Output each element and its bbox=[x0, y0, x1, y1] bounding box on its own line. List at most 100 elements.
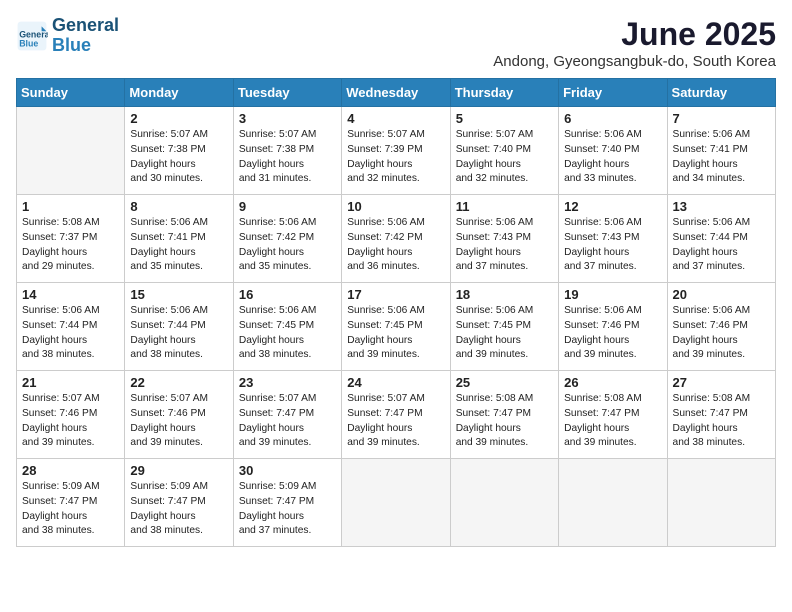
day-info: Sunrise: 5:06 AM Sunset: 7:46 PM Dayligh… bbox=[673, 304, 770, 363]
day-info: Sunrise: 5:06 AM Sunset: 7:44 PM Dayligh… bbox=[673, 216, 770, 275]
day-cell-26: 26 Sunrise: 5:08 AM Sunset: 7:47 PM Dayl… bbox=[559, 371, 667, 459]
day-number: 29 bbox=[130, 463, 227, 478]
day-number: 9 bbox=[239, 199, 336, 214]
day-cell-23: 23 Sunrise: 5:07 AM Sunset: 7:47 PM Dayl… bbox=[233, 371, 341, 459]
day-number: 25 bbox=[456, 375, 553, 390]
day-cell-6: 6 Sunrise: 5:06 AM Sunset: 7:40 PM Dayli… bbox=[559, 107, 667, 195]
day-info: Sunrise: 5:06 AM Sunset: 7:44 PM Dayligh… bbox=[130, 304, 227, 363]
header-wednesday: Wednesday bbox=[342, 79, 450, 107]
empty-cell bbox=[450, 459, 558, 547]
svg-text:Blue: Blue bbox=[19, 38, 38, 48]
header-friday: Friday bbox=[559, 79, 667, 107]
empty-cell bbox=[667, 459, 775, 547]
calendar-week-5: 28 Sunrise: 5:09 AM Sunset: 7:47 PM Dayl… bbox=[17, 459, 776, 547]
day-number: 12 bbox=[564, 199, 661, 214]
day-info: Sunrise: 5:07 AM Sunset: 7:46 PM Dayligh… bbox=[22, 392, 119, 451]
empty-cell bbox=[559, 459, 667, 547]
header-saturday: Saturday bbox=[667, 79, 775, 107]
day-cell-15: 15 Sunrise: 5:06 AM Sunset: 7:44 PM Dayl… bbox=[125, 283, 233, 371]
calendar-week-2: 1 Sunrise: 5:08 AM Sunset: 7:37 PM Dayli… bbox=[17, 195, 776, 283]
day-number: 8 bbox=[130, 199, 227, 214]
day-number: 13 bbox=[673, 199, 770, 214]
day-number: 17 bbox=[347, 287, 444, 302]
day-number: 3 bbox=[239, 111, 336, 126]
logo-text-line1: General bbox=[52, 16, 119, 36]
day-cell-17: 17 Sunrise: 5:06 AM Sunset: 7:45 PM Dayl… bbox=[342, 283, 450, 371]
day-number: 24 bbox=[347, 375, 444, 390]
day-info: Sunrise: 5:08 AM Sunset: 7:37 PM Dayligh… bbox=[22, 216, 119, 275]
header-thursday: Thursday bbox=[450, 79, 558, 107]
day-number: 30 bbox=[239, 463, 336, 478]
calendar-week-4: 21 Sunrise: 5:07 AM Sunset: 7:46 PM Dayl… bbox=[17, 371, 776, 459]
logo-text-line2: Blue bbox=[52, 36, 119, 56]
day-info: Sunrise: 5:09 AM Sunset: 7:47 PM Dayligh… bbox=[22, 480, 119, 539]
day-info: Sunrise: 5:06 AM Sunset: 7:41 PM Dayligh… bbox=[130, 216, 227, 275]
day-cell-2: 2 Sunrise: 5:07 AM Sunset: 7:38 PM Dayli… bbox=[125, 107, 233, 195]
day-cell-3: 3 Sunrise: 5:07 AM Sunset: 7:38 PM Dayli… bbox=[233, 107, 341, 195]
day-cell-25: 25 Sunrise: 5:08 AM Sunset: 7:47 PM Dayl… bbox=[450, 371, 558, 459]
calendar-table: SundayMondayTuesdayWednesdayThursdayFrid… bbox=[16, 78, 776, 547]
day-number: 16 bbox=[239, 287, 336, 302]
day-cell-7: 7 Sunrise: 5:06 AM Sunset: 7:41 PM Dayli… bbox=[667, 107, 775, 195]
day-cell-14: 14 Sunrise: 5:06 AM Sunset: 7:44 PM Dayl… bbox=[17, 283, 125, 371]
day-info: Sunrise: 5:06 AM Sunset: 7:41 PM Dayligh… bbox=[673, 128, 770, 187]
day-info: Sunrise: 5:06 AM Sunset: 7:43 PM Dayligh… bbox=[456, 216, 553, 275]
day-number: 22 bbox=[130, 375, 227, 390]
day-cell-21: 21 Sunrise: 5:07 AM Sunset: 7:46 PM Dayl… bbox=[17, 371, 125, 459]
day-info: Sunrise: 5:07 AM Sunset: 7:39 PM Dayligh… bbox=[347, 128, 444, 187]
calendar-week-1: 2 Sunrise: 5:07 AM Sunset: 7:38 PM Dayli… bbox=[17, 107, 776, 195]
logo: General Blue General Blue bbox=[16, 16, 119, 56]
day-info: Sunrise: 5:07 AM Sunset: 7:38 PM Dayligh… bbox=[239, 128, 336, 187]
day-number: 20 bbox=[673, 287, 770, 302]
day-number: 23 bbox=[239, 375, 336, 390]
day-info: Sunrise: 5:09 AM Sunset: 7:47 PM Dayligh… bbox=[130, 480, 227, 539]
day-number: 15 bbox=[130, 287, 227, 302]
day-cell-30: 30 Sunrise: 5:09 AM Sunset: 7:47 PM Dayl… bbox=[233, 459, 341, 547]
day-cell-1: 1 Sunrise: 5:08 AM Sunset: 7:37 PM Dayli… bbox=[17, 195, 125, 283]
day-info: Sunrise: 5:07 AM Sunset: 7:47 PM Dayligh… bbox=[239, 392, 336, 451]
header-sunday: Sunday bbox=[17, 79, 125, 107]
day-number: 7 bbox=[673, 111, 770, 126]
day-cell-12: 12 Sunrise: 5:06 AM Sunset: 7:43 PM Dayl… bbox=[559, 195, 667, 283]
day-number: 27 bbox=[673, 375, 770, 390]
empty-cell bbox=[17, 107, 125, 195]
day-info: Sunrise: 5:06 AM Sunset: 7:42 PM Dayligh… bbox=[347, 216, 444, 275]
day-cell-9: 9 Sunrise: 5:06 AM Sunset: 7:42 PM Dayli… bbox=[233, 195, 341, 283]
day-number: 19 bbox=[564, 287, 661, 302]
day-cell-27: 27 Sunrise: 5:08 AM Sunset: 7:47 PM Dayl… bbox=[667, 371, 775, 459]
day-cell-22: 22 Sunrise: 5:07 AM Sunset: 7:46 PM Dayl… bbox=[125, 371, 233, 459]
day-info: Sunrise: 5:06 AM Sunset: 7:45 PM Dayligh… bbox=[347, 304, 444, 363]
day-info: Sunrise: 5:06 AM Sunset: 7:44 PM Dayligh… bbox=[22, 304, 119, 363]
day-info: Sunrise: 5:06 AM Sunset: 7:42 PM Dayligh… bbox=[239, 216, 336, 275]
day-cell-5: 5 Sunrise: 5:07 AM Sunset: 7:40 PM Dayli… bbox=[450, 107, 558, 195]
day-info: Sunrise: 5:07 AM Sunset: 7:47 PM Dayligh… bbox=[347, 392, 444, 451]
header-tuesday: Tuesday bbox=[233, 79, 341, 107]
empty-cell bbox=[342, 459, 450, 547]
day-number: 2 bbox=[130, 111, 227, 126]
day-number: 11 bbox=[456, 199, 553, 214]
day-number: 14 bbox=[22, 287, 119, 302]
day-cell-19: 19 Sunrise: 5:06 AM Sunset: 7:46 PM Dayl… bbox=[559, 283, 667, 371]
day-number: 6 bbox=[564, 111, 661, 126]
day-cell-10: 10 Sunrise: 5:06 AM Sunset: 7:42 PM Dayl… bbox=[342, 195, 450, 283]
day-number: 4 bbox=[347, 111, 444, 126]
day-cell-16: 16 Sunrise: 5:06 AM Sunset: 7:45 PM Dayl… bbox=[233, 283, 341, 371]
day-info: Sunrise: 5:08 AM Sunset: 7:47 PM Dayligh… bbox=[673, 392, 770, 451]
day-info: Sunrise: 5:06 AM Sunset: 7:45 PM Dayligh… bbox=[239, 304, 336, 363]
day-info: Sunrise: 5:07 AM Sunset: 7:38 PM Dayligh… bbox=[130, 128, 227, 187]
day-info: Sunrise: 5:06 AM Sunset: 7:45 PM Dayligh… bbox=[456, 304, 553, 363]
day-cell-28: 28 Sunrise: 5:09 AM Sunset: 7:47 PM Dayl… bbox=[17, 459, 125, 547]
header-monday: Monday bbox=[125, 79, 233, 107]
day-info: Sunrise: 5:08 AM Sunset: 7:47 PM Dayligh… bbox=[456, 392, 553, 451]
day-cell-29: 29 Sunrise: 5:09 AM Sunset: 7:47 PM Dayl… bbox=[125, 459, 233, 547]
day-info: Sunrise: 5:07 AM Sunset: 7:40 PM Dayligh… bbox=[456, 128, 553, 187]
day-cell-24: 24 Sunrise: 5:07 AM Sunset: 7:47 PM Dayl… bbox=[342, 371, 450, 459]
day-number: 1 bbox=[22, 199, 119, 214]
calendar-subtitle: Andong, Gyeongsangbuk-do, South Korea bbox=[493, 53, 776, 70]
day-info: Sunrise: 5:06 AM Sunset: 7:43 PM Dayligh… bbox=[564, 216, 661, 275]
day-number: 18 bbox=[456, 287, 553, 302]
day-info: Sunrise: 5:06 AM Sunset: 7:46 PM Dayligh… bbox=[564, 304, 661, 363]
day-cell-8: 8 Sunrise: 5:06 AM Sunset: 7:41 PM Dayli… bbox=[125, 195, 233, 283]
calendar-week-3: 14 Sunrise: 5:06 AM Sunset: 7:44 PM Dayl… bbox=[17, 283, 776, 371]
day-number: 21 bbox=[22, 375, 119, 390]
